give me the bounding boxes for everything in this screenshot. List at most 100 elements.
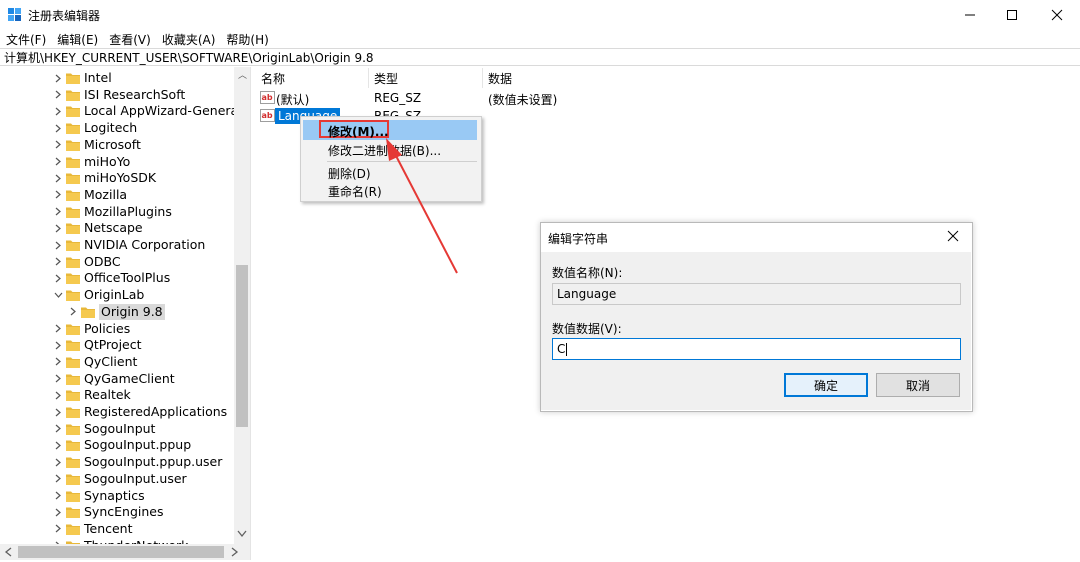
tree-item[interactable]: Local AppWizard-Generate — [0, 103, 234, 119]
tree-item[interactable]: QyGameClient — [0, 371, 234, 387]
chevron-right-icon[interactable] — [53, 270, 63, 286]
tree-item[interactable]: Intel — [0, 70, 234, 86]
address-bar[interactable]: 计算机\HKEY_CURRENT_USER\SOFTWARE\OriginLab… — [0, 48, 1080, 66]
chevron-right-icon[interactable] — [53, 387, 63, 403]
tree-item[interactable]: Mozilla — [0, 187, 234, 203]
chevron-right-icon[interactable] — [53, 187, 63, 203]
tree-item[interactable]: miHoYo — [0, 154, 234, 170]
tree-item[interactable]: OfficeToolPlus — [0, 270, 234, 286]
column-header-data[interactable]: 数据 — [488, 70, 512, 87]
column-divider[interactable] — [482, 68, 483, 88]
chevron-right-icon[interactable] — [53, 87, 63, 103]
chevron-right-icon[interactable] — [53, 254, 63, 270]
tree-item[interactable]: SogouInput.ppup.user — [0, 454, 234, 470]
column-divider[interactable] — [368, 68, 369, 88]
folder-icon — [66, 72, 80, 84]
svg-text:ab: ab — [262, 111, 273, 120]
scroll-right-icon[interactable] — [228, 545, 240, 559]
chevron-right-icon[interactable] — [53, 103, 63, 119]
folder-icon — [66, 373, 80, 385]
tree-item-label: Tencent — [84, 521, 133, 537]
chevron-right-icon[interactable] — [53, 421, 63, 437]
chevron-down-icon[interactable] — [53, 287, 63, 303]
chevron-right-icon[interactable] — [53, 371, 63, 387]
folder-icon — [66, 239, 80, 251]
scroll-left-icon[interactable] — [3, 545, 15, 559]
tree-item[interactable]: ODBC — [0, 254, 234, 270]
chevron-right-icon[interactable] — [53, 404, 63, 420]
annotation-arrow — [380, 130, 470, 280]
chevron-right-icon[interactable] — [53, 137, 63, 153]
tree-item[interactable]: SogouInput.user — [0, 471, 234, 487]
dialog-title: 编辑字符串 — [548, 230, 608, 247]
tree-item[interactable]: QyClient — [0, 354, 234, 370]
tree-item[interactable]: NVIDIA Corporation — [0, 237, 234, 253]
tree-item-label: QyClient — [84, 354, 137, 370]
tree-item[interactable]: Origin 9.8 — [0, 304, 234, 320]
menu-help[interactable]: 帮助(H) — [220, 31, 273, 48]
chevron-right-icon[interactable] — [53, 321, 63, 337]
dialog-close-button[interactable] — [946, 229, 962, 245]
tree-item[interactable]: SogouInput.ppup — [0, 437, 234, 453]
tree-item[interactable]: SyncEngines — [0, 504, 234, 520]
chevron-right-icon[interactable] — [53, 120, 63, 136]
column-header-name[interactable]: 名称 — [261, 70, 285, 87]
tree-item[interactable]: RegisteredApplications — [0, 404, 234, 420]
ok-button[interactable]: 确定 — [784, 373, 868, 397]
context-menu-item-rename[interactable]: 重命名(R) — [328, 183, 382, 200]
chevron-right-icon[interactable] — [68, 304, 78, 320]
tree-item[interactable]: QtProject — [0, 337, 234, 353]
chevron-right-icon[interactable] — [53, 154, 63, 170]
pane-splitter[interactable] — [250, 67, 255, 560]
tree-item-label: Synaptics — [84, 488, 145, 504]
chevron-right-icon[interactable] — [53, 237, 63, 253]
chevron-right-icon[interactable] — [53, 70, 63, 86]
chevron-right-icon[interactable] — [53, 220, 63, 236]
menu-favorites[interactable]: 收藏夹(A) — [156, 31, 221, 48]
chevron-right-icon[interactable] — [53, 504, 63, 520]
maximize-button[interactable] — [989, 0, 1035, 30]
tree-item[interactable]: Microsoft — [0, 137, 234, 153]
chevron-right-icon[interactable] — [53, 354, 63, 370]
tree-item-label: Local AppWizard-Generate — [84, 103, 250, 119]
tree-item[interactable]: miHoYoSDK — [0, 170, 234, 186]
menu-view[interactable]: 查看(V) — [103, 31, 156, 48]
folder-icon — [66, 423, 80, 435]
menu-edit[interactable]: 编辑(E) — [51, 31, 103, 48]
chevron-right-icon[interactable] — [53, 454, 63, 470]
menu-file[interactable]: 文件(F) — [0, 31, 51, 48]
scroll-up-icon[interactable]: ︿ — [238, 68, 247, 81]
folder-icon — [66, 456, 80, 468]
context-menu-item-delete[interactable]: 删除(D) — [328, 165, 371, 182]
chevron-right-icon[interactable] — [53, 337, 63, 353]
chevron-right-icon[interactable] — [53, 437, 63, 453]
value-data-input[interactable]: C — [552, 338, 961, 360]
tree-item[interactable]: ISI ResearchSoft — [0, 87, 234, 103]
tree-item[interactable]: Netscape — [0, 220, 234, 236]
tree-item[interactable]: Realtek — [0, 387, 234, 403]
cancel-button[interactable]: 取消 — [876, 373, 960, 397]
tree-item[interactable]: Logitech — [0, 120, 234, 136]
minimize-button[interactable] — [947, 0, 993, 30]
chevron-right-icon[interactable] — [53, 170, 63, 186]
chevron-right-icon[interactable] — [53, 488, 63, 504]
tree-item[interactable]: MozillaPlugins — [0, 204, 234, 220]
close-button[interactable] — [1034, 0, 1080, 30]
tree-item[interactable]: Policies — [0, 321, 234, 337]
tree-horizontal-scroll-thumb[interactable] — [18, 546, 224, 558]
tree-item[interactable]: Synaptics — [0, 488, 234, 504]
chevron-right-icon[interactable] — [53, 471, 63, 487]
tree-item[interactable]: SogouInput — [0, 421, 234, 437]
tree-item-label: MozillaPlugins — [84, 204, 172, 220]
folder-icon — [66, 490, 80, 502]
tree-item[interactable]: OriginLab — [0, 287, 234, 303]
scroll-down-icon[interactable] — [236, 527, 248, 541]
folder-icon — [66, 473, 80, 485]
tree-vertical-scroll-thumb[interactable] — [236, 265, 248, 427]
chevron-right-icon[interactable] — [53, 521, 63, 537]
column-header-type[interactable]: 类型 — [374, 70, 398, 87]
list-row[interactable]: ab (默认) REG_SZ (数值未设置) — [258, 89, 638, 107]
tree-item[interactable]: Tencent — [0, 521, 234, 537]
folder-icon — [66, 105, 80, 117]
chevron-right-icon[interactable] — [53, 204, 63, 220]
